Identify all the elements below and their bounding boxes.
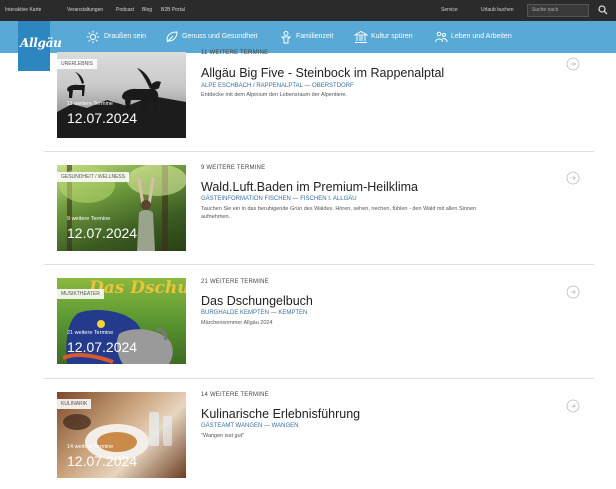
top-utility-bar: Interaktive Karte Veranstaltungen Podcas… [0, 0, 616, 21]
topbar-link-blog[interactable]: Blog [142, 0, 152, 21]
event-date: 12.07.2024 [67, 453, 138, 469]
topbar-link-veranstaltungen[interactable]: Veranstaltungen [67, 0, 103, 21]
more-dates-label: 11 weitere Termine [67, 101, 113, 107]
event-date: 12.07.2024 [67, 225, 138, 241]
event-date: 12.07.2024 [67, 110, 138, 126]
main-navigation: Draußen sein Genuss und Gesundheit Famil… [0, 21, 616, 53]
topbar-link-podcast[interactable]: Podcast [116, 0, 134, 21]
event-image: URERLEBNIS 11 weitere Termine 12.07.2024 [57, 52, 186, 138]
category-badge: URERLEBNIS [57, 59, 97, 69]
more-dates-kicker: 9 WEITERE TERMINE [201, 165, 266, 171]
leaf-icon [166, 31, 178, 43]
category-badge: GESUNDHEIT / WELLNESS [57, 172, 130, 182]
arrow-right-icon[interactable] [566, 285, 580, 299]
category-badge: MUSIKTHEATER [57, 289, 104, 299]
nav-label: Familienzeit [296, 33, 334, 40]
event-organizer: GÄSTEAMT WANGEN — WANGEN [201, 423, 299, 429]
event-title[interactable]: Das Dschungelbuch [201, 294, 313, 308]
event-description: Märchensommer Allgäu 2024 [201, 320, 273, 326]
building-icon [354, 30, 368, 43]
topbar-link-b2b-portal[interactable]: B2B Portal [161, 0, 185, 21]
event-image: GESUNDHEIT / WELLNESS 9 weitere Termine … [57, 165, 186, 251]
people-icon [435, 31, 448, 43]
nav-label: Kultur spüren [371, 33, 413, 40]
card-divider [44, 151, 594, 152]
topbar-link-service[interactable]: Service [441, 0, 458, 21]
more-dates-label: 9 weitere Termine [67, 216, 111, 222]
search-input[interactable]: Suche nach [527, 4, 589, 17]
event-title[interactable]: Kulinarische Erlebnisführung [201, 407, 360, 421]
event-organizer: BURGHALDE KEMPTEN — KEMPTEN [201, 310, 308, 316]
more-dates-kicker: 14 WEITERE TERMINE [201, 392, 269, 398]
event-title[interactable]: Wald.Luft.Baden im Premium-Heilklima [201, 180, 418, 194]
sun-icon [86, 30, 100, 44]
more-dates-label: 14 weitere Termine [67, 444, 114, 450]
logo-text: Allgäu [20, 36, 62, 50]
event-description: "Wangen isst gut" [201, 433, 245, 439]
more-dates-kicker: 11 WEITERE TERMINE [201, 50, 269, 56]
event-title[interactable]: Allgäu Big Five - Steinbock im Rappenalp… [201, 66, 444, 80]
category-badge: KULINARIK [57, 399, 92, 409]
nav-label: Leben und Arbeiten [451, 33, 512, 40]
topbar-link-interaktive-karte[interactable]: Interaktive Karte [5, 0, 41, 21]
nav-label: Genuss und Gesundheit [182, 33, 258, 40]
nav-label: Draußen sein [104, 33, 147, 40]
search-icon[interactable] [597, 4, 609, 16]
card-divider [44, 264, 594, 265]
arrow-right-icon[interactable] [566, 399, 580, 413]
more-dates-label: 21 weitere Termine [67, 330, 114, 336]
event-image: KULINARIK 14 weitere Termine 12.07.2024 [57, 392, 186, 478]
event-description: Entdecke mit dem Alpinium den Lebensraum… [201, 92, 348, 98]
arrow-right-icon[interactable] [566, 57, 580, 71]
event-organizer: ALPE ESCHBACH / RAPPENALPTAL — OBERSTDOR… [201, 83, 354, 89]
card-divider [44, 378, 594, 379]
more-dates-kicker: 21 WEITERE TERMINE [201, 279, 269, 285]
family-icon [280, 31, 292, 44]
arrow-right-icon[interactable] [566, 171, 580, 185]
topbar-link-urlaub-buchen[interactable]: Urlaub buchen [481, 0, 514, 21]
event-organizer: GÄSTEINFORMATION FISCHEN — FISCHEN I. AL… [201, 196, 357, 202]
allgaeu-logo[interactable]: Allgäu [18, 21, 62, 71]
event-description: Tauchen Sie ein in das beruhigende Grün … [201, 206, 477, 220]
event-date: 12.07.2024 [67, 339, 138, 355]
event-image: Das Dschungelbuch MUSIKTHEATER 21 weiter… [57, 278, 186, 364]
